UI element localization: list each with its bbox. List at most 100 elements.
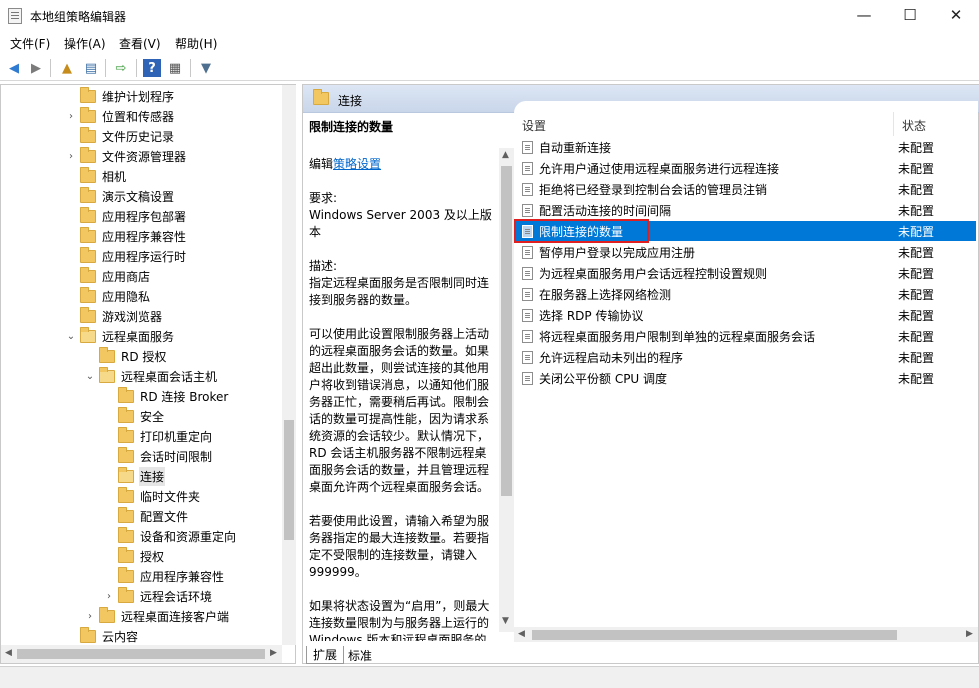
- tree-item[interactable]: ⌄ 远程桌面会话主机: [86, 366, 217, 386]
- scroll-right-icon[interactable]: ▶: [270, 648, 277, 658]
- folder-icon: [99, 346, 115, 363]
- folder-icon: [80, 166, 96, 183]
- tree-item[interactable]: › 远程桌面连接客户端: [88, 606, 229, 626]
- tree-item[interactable]: 设备和资源重定向: [118, 526, 236, 546]
- column-header-state[interactable]: 状态: [902, 117, 926, 134]
- tree-item[interactable]: 云内容: [80, 626, 138, 646]
- setting-row[interactable]: 将远程桌面服务用户限制到单独的远程桌面服务会话 未配置: [516, 326, 976, 346]
- setting-row[interactable]: 关闭公平份额 CPU 调度 未配置: [516, 368, 976, 388]
- setting-state: 未配置: [898, 140, 935, 155]
- setting-row[interactable]: 为远程桌面服务用户会话远程控制设置规则 未配置: [516, 263, 976, 283]
- description-paragraph-2: 若要使用此设置，请输入希望为服务器指定的最大连接数量。若要指定不受限制的连接数量…: [309, 514, 490, 579]
- tree-item[interactable]: ⌄ 远程桌面服务: [67, 326, 174, 346]
- export-list-icon[interactable]: ⇨: [112, 59, 130, 77]
- setting-state: 未配置: [898, 182, 935, 197]
- setting-row[interactable]: 自动重新连接 未配置: [516, 137, 976, 157]
- scroll-down-icon[interactable]: ▼: [502, 616, 509, 626]
- chevron-right-icon[interactable]: ›: [104, 591, 114, 602]
- scroll-right-icon[interactable]: ▶: [966, 629, 973, 639]
- tree-item[interactable]: RD 授权: [99, 346, 166, 366]
- scroll-left-icon[interactable]: ◀: [518, 629, 525, 639]
- scrollbar-thumb[interactable]: [284, 420, 294, 540]
- tree-item[interactable]: 配置文件: [118, 506, 188, 526]
- requirement-label: 要求:: [309, 191, 338, 205]
- toolbar-separator: [105, 59, 106, 77]
- chevron-right-icon[interactable]: ›: [66, 151, 76, 162]
- minimize-button[interactable]: —: [841, 0, 887, 30]
- properties-icon[interactable]: ▦: [166, 59, 184, 77]
- folder-icon: [80, 186, 96, 203]
- tree-item[interactable]: RD 连接 Broker: [118, 386, 228, 406]
- tree-item[interactable]: 打印机重定向: [118, 426, 212, 446]
- setting-row[interactable]: 允许用户通过使用远程桌面服务进行远程连接 未配置: [516, 158, 976, 178]
- scroll-up-icon[interactable]: ▲: [502, 150, 509, 160]
- scrollbar-thumb[interactable]: [501, 166, 512, 496]
- chevron-down-icon[interactable]: ⌄: [85, 371, 95, 382]
- tree-item[interactable]: 应用程序包部署: [80, 206, 186, 226]
- tree-item[interactable]: 临时文件夹: [118, 486, 200, 506]
- maximize-button[interactable]: ☐: [887, 0, 933, 30]
- tree-item[interactable]: › 文件资源管理器: [69, 146, 186, 166]
- column-header-setting[interactable]: 设置: [522, 117, 546, 134]
- setting-row[interactable]: 限制连接的数量 未配置: [516, 221, 976, 241]
- scrollbar-thumb[interactable]: [532, 630, 897, 640]
- tree-item[interactable]: 演示文稿设置: [80, 186, 174, 206]
- tree-item[interactable]: 授权: [118, 546, 164, 566]
- tree-item-label: 维护计划程序: [102, 89, 175, 104]
- chevron-down-icon[interactable]: ⌄: [66, 331, 76, 342]
- tree-item[interactable]: › 位置和传感器: [69, 106, 174, 126]
- edit-policy-link[interactable]: 策略设置: [333, 157, 381, 171]
- setting-state: 未配置: [898, 308, 935, 323]
- setting-row[interactable]: 配置活动连接的时间间隔 未配置: [516, 200, 976, 220]
- tree-item[interactable]: 文件历史记录: [80, 126, 174, 146]
- description-scrollbar[interactable]: ▲ ▼: [499, 148, 514, 632]
- list-horizontal-scrollbar[interactable]: ◀ ▶: [514, 627, 978, 642]
- folder-icon: [118, 466, 134, 483]
- tree-horizontal-scrollbar[interactable]: ◀ ▶: [1, 645, 282, 663]
- back-arrow-icon[interactable]: ◀: [5, 59, 23, 77]
- tree-item[interactable]: 相机: [80, 166, 126, 186]
- scrollbar-thumb[interactable]: [17, 649, 265, 659]
- tree-item[interactable]: 应用商店: [80, 266, 150, 286]
- tree-item[interactable]: 应用程序兼容性: [118, 566, 224, 586]
- tree-vertical-scrollbar[interactable]: [282, 85, 296, 645]
- tree-item[interactable]: 应用程序运行时: [80, 246, 186, 266]
- help-icon[interactable]: ?: [143, 59, 161, 77]
- tree-item[interactable]: 安全: [118, 406, 164, 426]
- scroll-left-icon[interactable]: ◀: [5, 648, 12, 658]
- menu-help[interactable]: 帮助(H): [175, 35, 217, 52]
- setting-row[interactable]: 允许远程启动未列出的程序 未配置: [516, 347, 976, 367]
- tree-item[interactable]: 应用程序兼容性: [80, 226, 186, 246]
- column-divider[interactable]: [893, 112, 894, 136]
- tree-item[interactable]: 维护计划程序: [80, 86, 174, 106]
- forward-arrow-icon[interactable]: ▶: [27, 59, 45, 77]
- tab-extended[interactable]: 扩展: [306, 646, 345, 664]
- close-button[interactable]: ✕: [933, 0, 979, 30]
- setting-row[interactable]: 在服务器上选择网络检测 未配置: [516, 284, 976, 304]
- tree-item[interactable]: 连接: [118, 466, 166, 486]
- setting-row[interactable]: 暂停用户登录以完成应用注册 未配置: [516, 242, 976, 262]
- tree-item[interactable]: 应用隐私: [80, 286, 150, 306]
- tree-item-label: 应用程序包部署: [102, 209, 187, 224]
- toolbar-separator: [50, 59, 51, 77]
- tab-standard[interactable]: 标准: [342, 646, 378, 664]
- show-hide-tree-icon[interactable]: ▤: [82, 59, 100, 77]
- menu-action[interactable]: 操作(A): [64, 35, 106, 52]
- filter-icon[interactable]: ▼: [197, 59, 215, 77]
- folder-icon: [80, 146, 96, 163]
- menu-view[interactable]: 查看(V): [119, 35, 161, 52]
- up-folder-icon[interactable]: ▲: [58, 59, 76, 77]
- folder-icon: [99, 366, 115, 383]
- setting-state: 未配置: [898, 350, 935, 365]
- policy-setting-icon: [522, 329, 533, 343]
- setting-state: 未配置: [898, 371, 935, 386]
- folder-icon: [80, 206, 96, 223]
- chevron-right-icon[interactable]: ›: [85, 611, 95, 622]
- menu-file[interactable]: 文件(F): [10, 35, 50, 52]
- setting-row[interactable]: 拒绝将已经登录到控制台会话的管理员注销 未配置: [516, 179, 976, 199]
- tree-item[interactable]: 会话时间限制: [118, 446, 212, 466]
- tree-item[interactable]: › 远程会话环境: [107, 586, 212, 606]
- chevron-right-icon[interactable]: ›: [66, 111, 76, 122]
- tree-item[interactable]: 游戏浏览器: [80, 306, 162, 326]
- setting-row[interactable]: 选择 RDP 传输协议 未配置: [516, 305, 976, 325]
